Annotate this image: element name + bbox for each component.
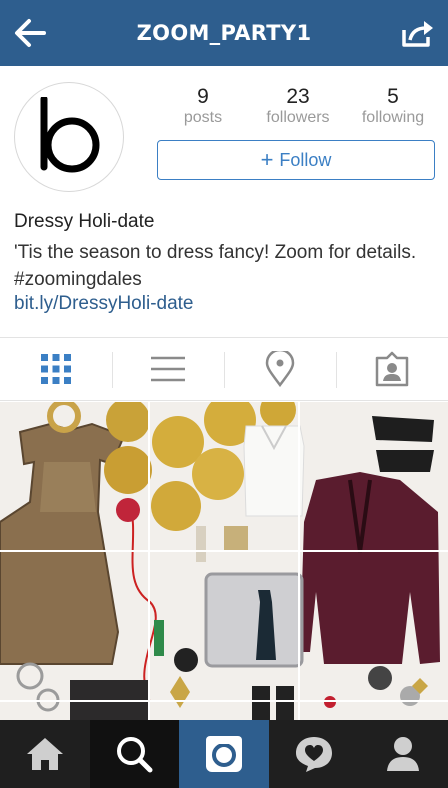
profile-icon: [387, 737, 420, 771]
list-icon: [151, 356, 185, 382]
profile-display-name: Dressy Holi-date: [14, 211, 155, 232]
activity-heart-icon: [295, 737, 332, 772]
profile-website-link[interactable]: bit.ly/DressyHoli-date: [14, 293, 194, 315]
photo-grid: [0, 402, 448, 720]
tab-list-view[interactable]: [112, 338, 224, 400]
back-button[interactable]: [12, 14, 48, 52]
search-icon: [117, 737, 153, 773]
grid-icon: [41, 354, 71, 384]
plus-icon: +: [260, 147, 274, 172]
grid-divider: [148, 402, 150, 720]
nav-activity[interactable]: [269, 720, 359, 788]
follow-button-label: Follow: [279, 149, 332, 170]
grid-divider: [0, 550, 448, 552]
posts-stat[interactable]: 9 posts: [158, 86, 248, 128]
photo-collage: [0, 402, 448, 720]
top-header: ZOOM_PARTY1: [0, 0, 448, 66]
followers-label: followers: [266, 109, 330, 126]
tab-tagged-view[interactable]: [336, 338, 448, 400]
followers-count: 23: [286, 85, 310, 108]
posts-count: 9: [197, 85, 209, 108]
bloomingdales-logo: [40, 97, 100, 173]
grid-divider: [298, 402, 300, 720]
nav-search[interactable]: [89, 720, 180, 788]
profile-avatar[interactable]: [14, 82, 124, 192]
home-icon: [26, 738, 63, 770]
nav-profile[interactable]: [358, 720, 448, 788]
tab-map-view[interactable]: [224, 338, 336, 400]
grid-divider: [0, 700, 448, 702]
back-arrow-icon: [15, 19, 46, 47]
share-button[interactable]: [398, 14, 438, 52]
profile-username-title: ZOOM_PARTY1: [136, 21, 312, 45]
posts-label: posts: [183, 109, 223, 126]
followers-stat[interactable]: 23 followers: [253, 86, 343, 128]
profile-view-tabs: [0, 337, 448, 401]
follow-button[interactable]: + Follow: [157, 140, 435, 180]
profile-stats: 9 posts 23 followers 5 following: [158, 86, 438, 128]
following-label: following: [361, 109, 425, 126]
following-count: 5: [387, 85, 399, 108]
camera-icon: [205, 736, 242, 772]
profile-bio: 'Tis the season to dress fancy! Zoom for…: [14, 242, 417, 290]
tab-grid-view[interactable]: [0, 338, 112, 400]
share-icon: [402, 21, 433, 47]
following-stat[interactable]: 5 following: [348, 86, 438, 128]
tagged-user-icon: [375, 351, 409, 387]
bottom-navigation: [0, 720, 448, 788]
nav-camera[interactable]: [179, 720, 269, 788]
location-pin-icon: [265, 351, 295, 387]
nav-home[interactable]: [0, 720, 90, 788]
